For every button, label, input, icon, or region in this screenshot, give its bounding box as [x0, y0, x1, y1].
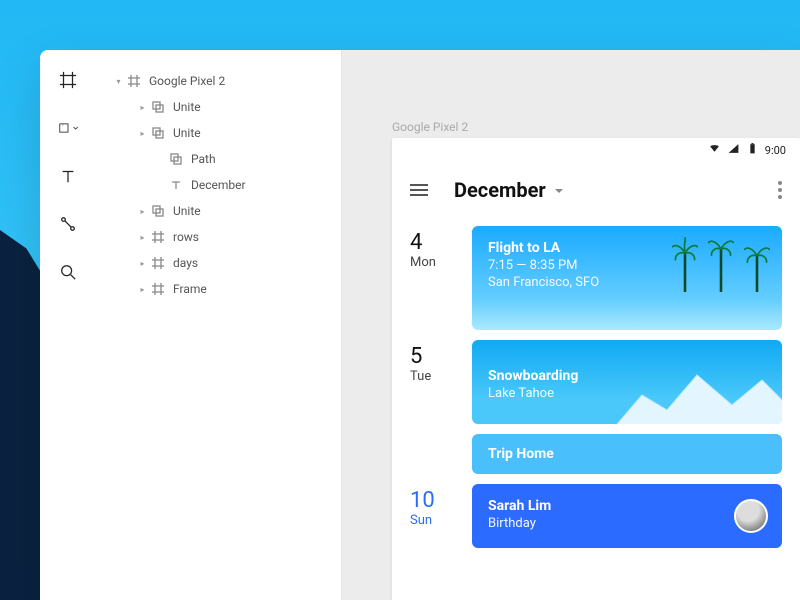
event-title: Trip Home: [488, 446, 766, 462]
search-tool[interactable]: [58, 262, 78, 282]
layer-name: Path: [191, 152, 216, 166]
chevron-right-icon: ▸: [138, 103, 147, 112]
date-number: 4: [410, 230, 454, 255]
shape-tool[interactable]: [58, 118, 78, 138]
event-card-trip[interactable]: Trip Home: [472, 434, 782, 474]
layer-name: Unite: [173, 100, 201, 114]
date-column: 10 Sun: [410, 484, 454, 548]
tool-toolbar: [40, 50, 96, 600]
canvas-area[interactable]: Google Pixel 2 9:00 December 4 Mon: [342, 50, 800, 600]
layer-item[interactable]: Path: [96, 146, 335, 172]
menu-icon[interactable]: [410, 184, 428, 196]
frame-icon: [151, 282, 165, 296]
layer-item[interactable]: ▸ Frame: [96, 276, 335, 302]
layer-name: Unite: [173, 126, 201, 140]
cell-signal-icon: [727, 142, 740, 158]
frame-icon: [151, 230, 165, 244]
palm-trees-decor: [672, 232, 770, 296]
layer-name: rows: [173, 230, 199, 244]
frame-title[interactable]: Google Pixel 2: [392, 120, 468, 134]
mountain-decor: [612, 360, 782, 424]
date-column: 5 Tue: [410, 340, 454, 474]
calendar-app-header: December: [392, 162, 800, 218]
layer-item[interactable]: ▸ days: [96, 250, 335, 276]
wifi-icon: [708, 142, 721, 158]
event-card-birthday[interactable]: Sarah Lim Birthday: [472, 484, 782, 548]
overflow-menu-icon[interactable]: [778, 181, 782, 199]
date-column: 4 Mon: [410, 226, 454, 330]
layer-item[interactable]: December: [96, 172, 335, 198]
date-weekday: Mon: [410, 255, 454, 270]
event-subtitle: Birthday: [488, 516, 766, 531]
layer-root[interactable]: ▾ Google Pixel 2: [96, 68, 335, 94]
text-icon: [169, 178, 183, 192]
chevron-down-icon: ▾: [114, 77, 123, 86]
layers-panel: ▾ Google Pixel 2 ▸ Unite ▸ Unite Path Dece…: [96, 50, 342, 600]
agenda-list[interactable]: 4 Mon Flight to LA 7:15 — 8:35 PM San Fr…: [392, 218, 800, 600]
layer-name: Frame: [173, 282, 207, 296]
design-tool-window: ▾ Google Pixel 2 ▸ Unite ▸ Unite Path Dece…: [40, 50, 800, 600]
date-weekday: Sun: [410, 513, 454, 528]
date-weekday: Tue: [410, 369, 454, 384]
chevron-right-icon: ▸: [138, 233, 147, 242]
month-selector-label[interactable]: December: [454, 178, 546, 202]
event-title: Sarah Lim: [488, 498, 766, 514]
layer-item[interactable]: ▸ rows: [96, 224, 335, 250]
battery-icon: [746, 142, 759, 158]
chevron-right-icon: ▸: [138, 259, 147, 268]
agenda-entry: 10 Sun Sarah Lim Birthday: [410, 484, 782, 548]
subtract-icon: [151, 100, 165, 114]
date-number: 5: [410, 344, 454, 369]
frame-tool[interactable]: [58, 70, 78, 90]
date-number: 10: [410, 488, 454, 513]
chevron-right-icon: ▸: [138, 207, 147, 216]
text-tool[interactable]: [58, 166, 78, 186]
frame-icon: [151, 256, 165, 270]
layer-name: Google Pixel 2: [149, 74, 225, 88]
chevron-right-icon: ▸: [138, 129, 147, 138]
status-time: 9:00: [765, 144, 786, 157]
event-card-snow[interactable]: Snowboarding Lake Tahoe: [472, 340, 782, 424]
chevron-right-icon: ▸: [138, 285, 147, 294]
layer-name: Unite: [173, 204, 201, 218]
agenda-entry: 4 Mon Flight to LA 7:15 — 8:35 PM San Fr…: [410, 226, 782, 330]
android-status-bar: 9:00: [392, 138, 800, 162]
subtract-icon: [151, 126, 165, 140]
agenda-entry: 5 Tue Snowboarding Lake Tahoe: [410, 340, 782, 474]
layer-item[interactable]: ▸ Unite: [96, 120, 335, 146]
layer-item[interactable]: ▸ Unite: [96, 94, 335, 120]
layer-name: December: [191, 178, 246, 192]
pen-tool[interactable]: [58, 214, 78, 234]
chevron-down-icon[interactable]: [554, 181, 564, 200]
layer-name: days: [173, 256, 198, 270]
event-card-flight[interactable]: Flight to LA 7:15 — 8:35 PM San Francisc…: [472, 226, 782, 330]
layer-item[interactable]: ▸ Unite: [96, 198, 335, 224]
device-frame[interactable]: 9:00 December 4 Mon Flight to LA: [392, 138, 800, 600]
avatar: [734, 499, 768, 533]
subtract-icon: [169, 152, 183, 166]
frame-icon: [127, 74, 141, 88]
subtract-icon: [151, 204, 165, 218]
